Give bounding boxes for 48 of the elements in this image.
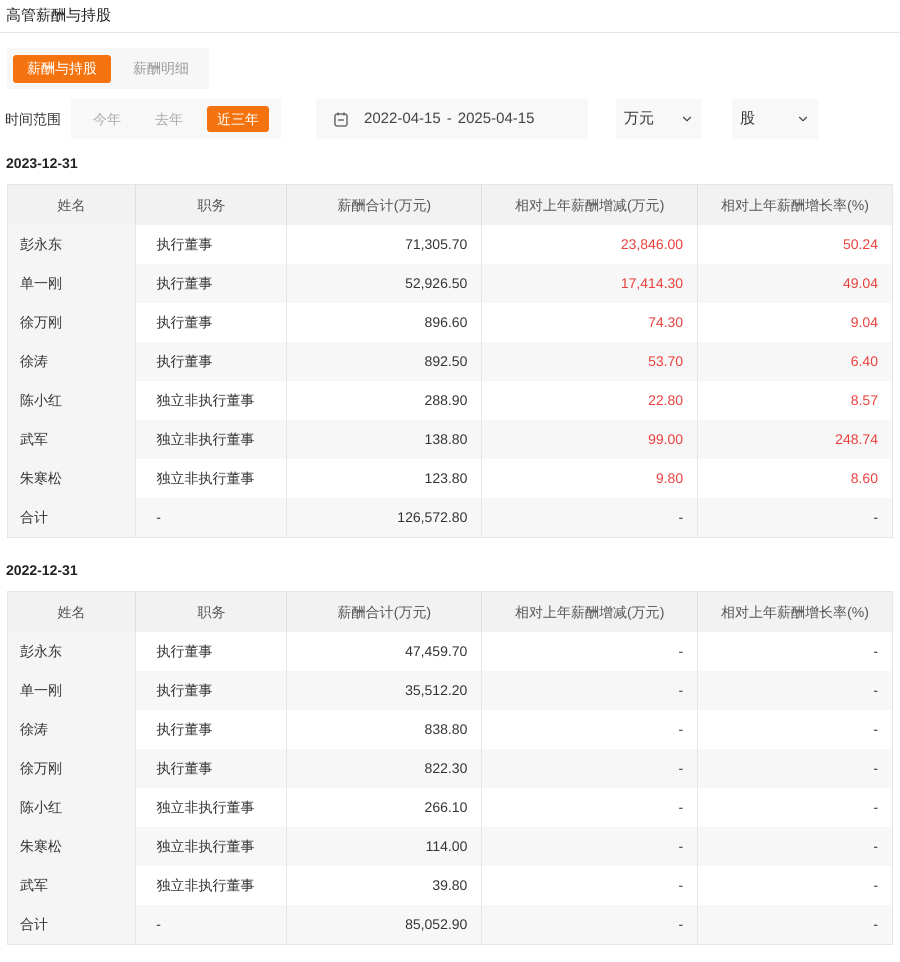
tab[interactable]: 薪酬与持股: [13, 54, 111, 82]
date-range-field[interactable]: 2022-04-15 - 2025-04-15: [316, 99, 588, 139]
table-cell-text: 50.24: [842, 235, 879, 254]
table-cell-text: 9.04: [850, 313, 879, 332]
start-date: 2022-04-15: [364, 108, 441, 129]
calendar-icon: [334, 112, 348, 126]
table-cell: 彭永东: [8, 225, 136, 264]
range-option[interactable]: 去年: [145, 106, 193, 132]
table-cell-text: 49.04: [842, 274, 879, 293]
report-date: 2023-12-31: [6, 154, 78, 173]
end-date: 2025-04-15: [458, 108, 534, 129]
table-cell: 彭永东: [8, 632, 136, 671]
section-title: 高管薪酬与持股: [6, 6, 111, 26]
date-separator: -: [446, 108, 452, 129]
table-cell: -: [136, 905, 288, 944]
table-cell-text: -: [872, 720, 879, 739]
column-header: 相对上年薪酬增长率(%): [720, 196, 870, 215]
table-cell: 徐万刚: [8, 303, 136, 342]
report-date: 2022-12-31: [6, 561, 78, 580]
column-header: 相对上年薪酬增长率(%): [720, 602, 870, 622]
table-cell: -: [482, 905, 698, 944]
table-cell: 陈小红: [8, 788, 136, 827]
table-cell: 徐涛: [8, 710, 136, 749]
table-cell: -: [482, 498, 698, 537]
table-cell-text: -: [872, 681, 879, 700]
table-cell-text: -: [872, 798, 879, 817]
table-cell-text: 6.40: [850, 352, 879, 371]
range-option[interactable]: 近三年: [207, 106, 269, 132]
table-cell-text: -: [872, 508, 879, 527]
table-cell-text: -: [872, 876, 879, 895]
table-cell-text: -: [872, 759, 879, 778]
table-cell-text: 248.74: [834, 430, 879, 449]
table-cell: 朱寒松: [8, 459, 136, 498]
table-cell: 陈小红: [8, 381, 136, 420]
table-cell-text: 8.57: [850, 391, 879, 410]
share-unit-select[interactable]: 股: [732, 99, 818, 139]
table-cell: -: [136, 498, 288, 537]
table-cell-text: -: [872, 837, 879, 856]
table-cell-text: -: [872, 642, 879, 661]
table-cell-text: 8.60: [850, 469, 879, 488]
table-cell: 85,052.90: [287, 905, 482, 944]
range-option[interactable]: 今年: [83, 106, 131, 132]
range-label: 时间范围: [5, 110, 62, 128]
table-cell-text: -: [872, 915, 879, 934]
tab[interactable]: 薪酬明细: [119, 54, 203, 82]
table-cell: 126,572.80: [287, 498, 482, 537]
table-cell: 武军: [8, 866, 136, 905]
money-unit-select[interactable]: 万元: [616, 99, 702, 139]
